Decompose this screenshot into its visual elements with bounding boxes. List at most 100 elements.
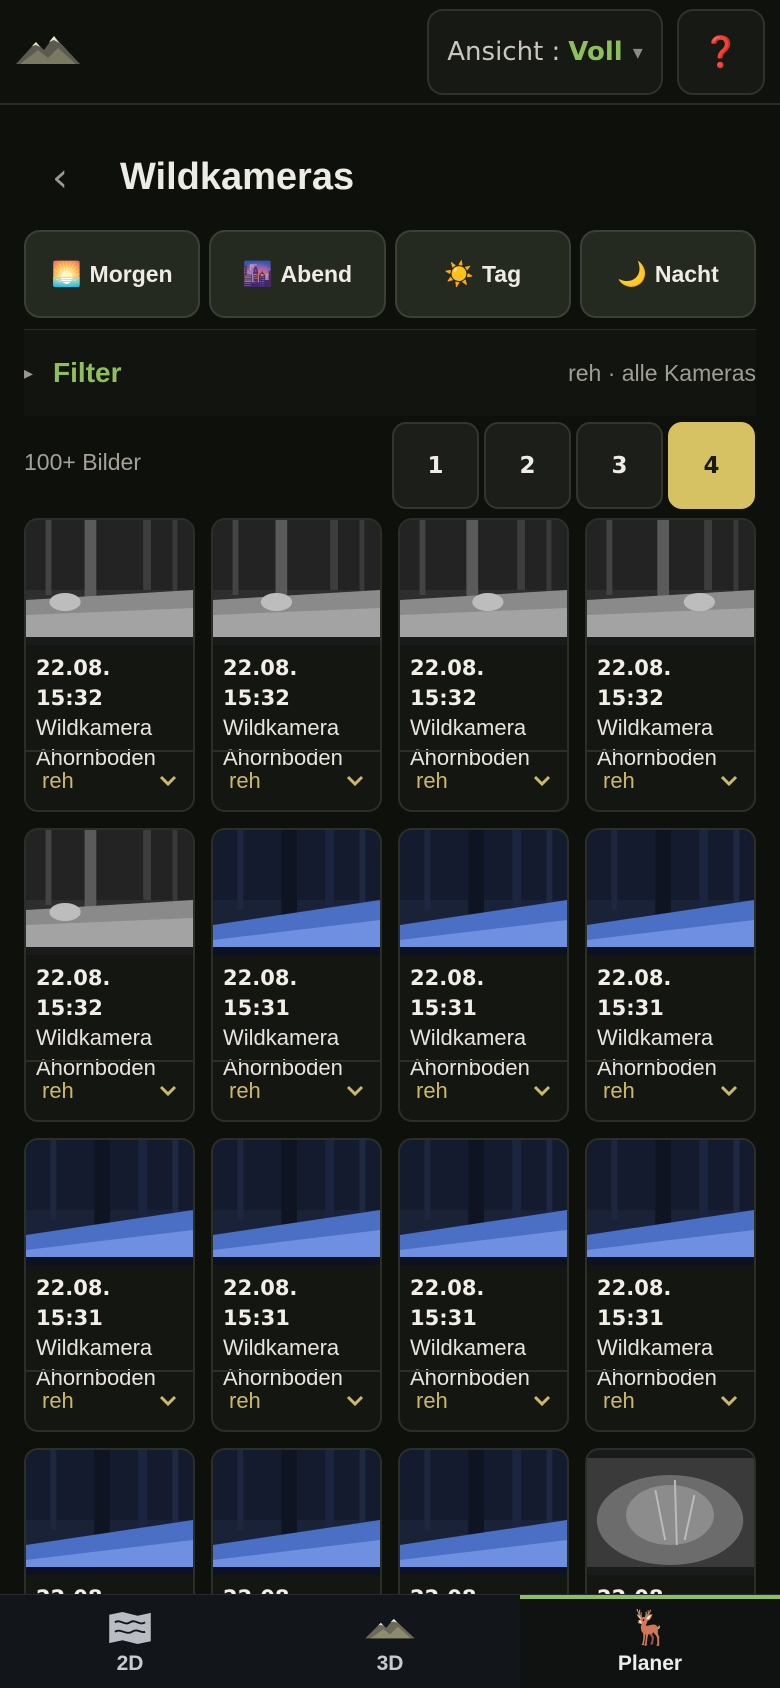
species-value: reh (42, 768, 74, 793)
chevron-down-icon (346, 775, 364, 787)
view-mode-button[interactable]: Ansicht : Voll ▾ (427, 9, 663, 95)
species-value: reh (416, 1388, 448, 1413)
sun-icon: ☀️ (444, 260, 474, 288)
camera-thumbnail[interactable] (400, 830, 567, 955)
camera-thumbnail[interactable] (587, 520, 754, 645)
camera-image-card[interactable]: 22.08. 07:32Wildkamera Ahornbodenreh (585, 1448, 756, 1594)
camera-image-card[interactable]: 22.08. 15:31Wildkamera Ahornbodenreh (398, 1138, 569, 1432)
chevron-down-icon (159, 1395, 177, 1407)
chevron-down-icon (346, 1395, 364, 1407)
camera-image-card[interactable]: 22.08. 15:32 Wildkamera Ahornboden reh (398, 518, 569, 812)
camera-image-card[interactable]: 22.08. 15:32 Wildkamera Ahornboden reh (24, 828, 195, 1122)
camera-thumbnail[interactable] (26, 1140, 193, 1265)
camera-thumbnail[interactable] (213, 1140, 380, 1265)
camera-image-card[interactable]: 22.08. 15:31Wildkamera Ahornbodenreh (398, 828, 569, 1122)
species-select[interactable]: reh (587, 1060, 754, 1120)
nav-label: 3D (376, 1651, 404, 1675)
chip-abend[interactable]: 🌆 Abend (209, 230, 386, 318)
map-icon (104, 1608, 156, 1648)
filter-summary: reh · alle Kameras (568, 359, 756, 386)
camera-image-card[interactable]: 22.08. 15:31Wildkamera Ahornbodenreh (211, 1448, 382, 1594)
species-select[interactable]: reh (213, 1370, 380, 1430)
camera-image-card[interactable]: 22.08. 15:32 Wildkamera Ahornboden reh (211, 518, 382, 812)
species-select[interactable]: reh (26, 750, 193, 810)
camera-image-card[interactable]: 22.08. 15:31Wildkamera Ahornbodenreh (211, 1138, 382, 1432)
capture-timestamp: 22.08. 15:31 (410, 1276, 485, 1330)
moon-icon: 🌙 (616, 260, 647, 288)
species-select[interactable]: reh (26, 1060, 193, 1120)
species-select[interactable]: reh (587, 1370, 754, 1430)
camera-thumbnail[interactable] (213, 1450, 380, 1575)
species-select[interactable]: reh (400, 1370, 567, 1430)
species-select[interactable]: reh (213, 1060, 380, 1120)
chip-tag[interactable]: ☀️ Tag (394, 230, 571, 318)
species-select[interactable]: reh (26, 1370, 193, 1430)
chip-label: Nacht (654, 260, 719, 287)
bottom-navigation: 2D 3D 🦌 Planer (0, 1594, 780, 1688)
camera-thumbnail[interactable] (400, 520, 567, 645)
deer-icon: 🦌 (628, 1607, 672, 1648)
camera-thumbnail[interactable] (213, 830, 380, 955)
camera-thumbnail[interactable] (587, 1140, 754, 1265)
species-select[interactable]: reh (400, 750, 567, 810)
nav-planer[interactable]: 🦌 Planer (520, 1595, 780, 1688)
camera-image-card[interactable]: 22.08. 15:32 Wildkamera Ahornboden reh (585, 518, 756, 812)
mountain-logo-icon[interactable] (14, 30, 82, 70)
view-mode-value: Voll (568, 37, 623, 67)
species-value: reh (42, 1078, 74, 1103)
camera-thumbnail[interactable] (400, 1450, 567, 1575)
chevron-down-icon (533, 775, 551, 787)
species-select[interactable]: reh (213, 750, 380, 810)
chip-nacht[interactable]: 🌙 Nacht (579, 230, 756, 318)
capture-timestamp: 22.08. 15:32 (597, 656, 672, 710)
camera-image-card[interactable]: 22.08. 15:31Wildkamera Ahornbodenreh (211, 828, 382, 1122)
page-button-2[interactable]: 2 (484, 422, 571, 509)
camera-thumbnail[interactable] (26, 520, 193, 645)
capture-timestamp: 22.08. 15:32 (36, 656, 111, 710)
camera-thumbnail[interactable] (26, 1450, 193, 1575)
camera-thumbnail[interactable] (587, 1450, 754, 1575)
camera-thumbnail[interactable] (213, 520, 380, 645)
capture-timestamp: 22.08. 15:31 (223, 966, 298, 1020)
species-select[interactable]: reh (400, 1060, 567, 1120)
chevron-down-icon (720, 775, 738, 787)
capture-timestamp: 22.08. 15:31 (410, 966, 485, 1020)
capture-timestamp: 22.08. 15:32 (36, 966, 111, 1020)
page-title: Wildkameras (120, 156, 355, 198)
capture-timestamp: 22.08. 15:30 (410, 1583, 557, 1594)
help-button[interactable]: ❓ (677, 9, 765, 95)
species-select[interactable]: reh (587, 750, 754, 810)
nav-2d[interactable]: 2D (0, 1595, 260, 1688)
chip-morgen[interactable]: 🌅 Morgen (24, 230, 201, 318)
camera-image-card[interactable]: 22.08. 15:32 Wildkamera Ahornboden reh (24, 518, 195, 812)
expand-triangle-icon: ▸ (24, 362, 34, 384)
dusk-city-icon: 🌆 (242, 260, 273, 288)
capture-timestamp: 22.08. 15:32 (223, 656, 298, 710)
page-button-4[interactable]: 4 (668, 422, 755, 509)
back-button[interactable]: ‹ (52, 158, 82, 198)
camera-image-card[interactable]: 22.08. 15:31Wildkamera Ahornbodenreh (24, 1138, 195, 1432)
page-button-3[interactable]: 3 (576, 422, 663, 509)
species-value: reh (42, 1388, 74, 1413)
view-mode-label: Ansicht : (447, 37, 561, 67)
filter-label: Filter (53, 357, 122, 388)
species-value: reh (603, 1078, 635, 1103)
species-value: reh (603, 768, 635, 793)
species-value: reh (603, 1388, 635, 1413)
page-button-1[interactable]: 1 (392, 422, 479, 509)
camera-thumbnail[interactable] (400, 1140, 567, 1265)
question-icon: ❓ (702, 34, 740, 70)
species-value: reh (229, 1388, 261, 1413)
nav-3d[interactable]: 3D (260, 1595, 520, 1688)
species-value: reh (416, 1078, 448, 1103)
camera-thumbnail[interactable] (587, 830, 754, 955)
chevron-down-icon (533, 1395, 551, 1407)
camera-thumbnail[interactable] (26, 830, 193, 955)
camera-image-card[interactable]: 22.08. 15:31Wildkamera Ahornbodenreh (24, 1448, 195, 1594)
result-count: 100+ Bilder (24, 449, 141, 475)
camera-image-card[interactable]: 22.08. 15:30Wildkamera Ahornbodenreh (398, 1448, 569, 1594)
capture-timestamp: 22.08. 15:31 (36, 1276, 111, 1330)
camera-image-card[interactable]: 22.08. 15:31Wildkamera Ahornbodenreh (585, 1138, 756, 1432)
filter-toggle[interactable]: ▸ Filter reh · alle Kameras (24, 330, 756, 416)
camera-image-card[interactable]: 22.08. 15:31Wildkamera Ahornbodenreh (585, 828, 756, 1122)
